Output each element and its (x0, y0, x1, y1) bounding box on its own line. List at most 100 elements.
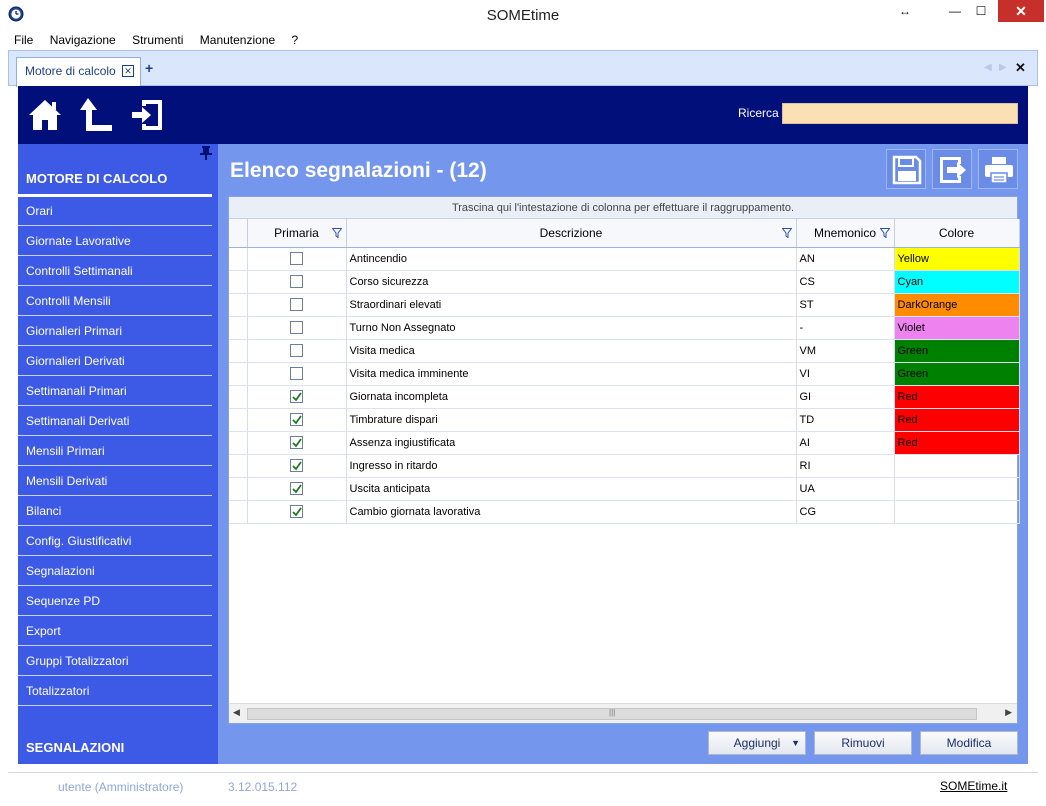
colore-cell[interactable]: Red (894, 408, 1020, 432)
table-row[interactable]: Ingresso in ritardo RI (229, 454, 1020, 478)
sidebar-item-bilanci[interactable]: Bilanci (18, 496, 212, 526)
table-row[interactable]: Uscita anticipata UA (229, 477, 1020, 501)
horizontal-scrollbar[interactable]: ◀ ||| ▶ (229, 703, 1017, 723)
menu-navigazione[interactable]: Navigazione (50, 30, 116, 50)
tab-scroll-right-icon[interactable]: ▶ (999, 62, 1007, 73)
descrizione-cell[interactable]: Corso sicurezza (346, 270, 797, 294)
pin-icon[interactable] (200, 146, 212, 160)
filter-icon[interactable] (781, 228, 792, 238)
table-row[interactable]: Visita medica VM Green (229, 339, 1020, 363)
filter-icon[interactable] (879, 228, 890, 238)
primaria-checkbox[interactable] (290, 505, 303, 518)
sidebar-item-gruppi-totalizzatori[interactable]: Gruppi Totalizzatori (18, 646, 212, 676)
descrizione-cell[interactable]: Timbrature dispari (346, 408, 797, 432)
sidebar-item-settimanali-derivati[interactable]: Settimanali Derivati (18, 406, 212, 436)
colore-cell[interactable]: Cyan (894, 270, 1020, 294)
sidebar-item-giornalieri-derivati[interactable]: Giornalieri Derivati (18, 346, 212, 376)
primaria-checkbox[interactable] (290, 390, 303, 403)
maximize-button[interactable]: ☐ (966, 0, 996, 22)
table-row[interactable]: Straordinari elevati ST DarkOrange (229, 293, 1020, 317)
column-header-primaria[interactable]: Primaria (247, 219, 347, 248)
table-row[interactable]: Cambio giornata lavorativa CG (229, 500, 1020, 524)
primaria-checkbox[interactable] (290, 413, 303, 426)
table-row[interactable]: Turno Non Assegnato - Violet (229, 316, 1020, 340)
primaria-checkbox[interactable] (290, 436, 303, 449)
save-button[interactable] (886, 149, 926, 189)
descrizione-cell[interactable]: Cambio giornata lavorativa (346, 500, 797, 524)
row-indicator[interactable] (229, 270, 248, 294)
primaria-checkbox[interactable] (290, 321, 303, 334)
sidebar-item-giornalieri-primari[interactable]: Giornalieri Primari (18, 316, 212, 346)
primaria-checkbox[interactable] (290, 344, 303, 357)
sidebar-item-giornate-lavorative[interactable]: Giornate Lavorative (18, 226, 212, 256)
row-indicator[interactable] (229, 500, 248, 524)
sidebar-item-mensili-derivati[interactable]: Mensili Derivati (18, 466, 212, 496)
row-indicator[interactable] (229, 247, 248, 271)
mnemonico-cell[interactable]: AI (796, 431, 895, 455)
sidebar-item-orari[interactable]: Orari (18, 196, 212, 226)
mnemonico-cell[interactable]: TD (796, 408, 895, 432)
row-indicator[interactable] (229, 454, 248, 478)
mnemonico-cell[interactable]: UA (796, 477, 895, 501)
table-row[interactable]: Assenza ingiustificata AI Red (229, 431, 1020, 455)
sidebar-item-settimanali-primari[interactable]: Settimanali Primari (18, 376, 212, 406)
logout-icon[interactable] (128, 96, 166, 134)
close-button[interactable]: ✕ (998, 0, 1044, 22)
primaria-checkbox[interactable] (290, 459, 303, 472)
add-tab-button[interactable]: + (145, 60, 153, 76)
column-header-descrizione[interactable]: Descrizione (346, 219, 797, 248)
colore-cell[interactable]: Green (894, 339, 1020, 363)
row-indicator[interactable] (229, 362, 248, 386)
mnemonico-cell[interactable]: GI (796, 385, 895, 409)
menu-strumenti[interactable]: Strumenti (132, 30, 183, 50)
sidebar-item-controlli-settimanali[interactable]: Controlli Settimanali (18, 256, 212, 286)
print-button[interactable] (978, 149, 1018, 189)
scroll-right-arrow-icon[interactable]: ▶ (1005, 707, 1012, 718)
primaria-checkbox[interactable] (290, 298, 303, 311)
sidebar-item-sequenze-pd[interactable]: Sequenze PD (18, 586, 212, 616)
descrizione-cell[interactable]: Turno Non Assegnato (346, 316, 797, 340)
dropdown-arrow-icon[interactable]: ▼ (791, 732, 800, 754)
tab-close-icon[interactable]: ✕ (122, 65, 134, 77)
mnemonico-cell[interactable]: VI (796, 362, 895, 386)
row-indicator[interactable] (229, 293, 248, 317)
tab-motore-di-calcolo[interactable]: Motore di calcolo ✕ (16, 57, 141, 87)
add-button[interactable]: Aggiungi ▼ (708, 731, 806, 755)
table-row[interactable]: Timbrature dispari TD Red (229, 408, 1020, 432)
colore-cell[interactable]: Green (894, 362, 1020, 386)
scroll-left-arrow-icon[interactable]: ◀ (233, 707, 240, 718)
table-row[interactable]: Giornata incompleta GI Red (229, 385, 1020, 409)
menu-manutenzione[interactable]: Manutenzione (200, 30, 275, 50)
mnemonico-cell[interactable]: ST (796, 293, 895, 317)
colore-cell[interactable] (894, 500, 1020, 524)
level-up-icon[interactable] (78, 96, 116, 134)
primaria-checkbox[interactable] (290, 252, 303, 265)
sidebar-item-totalizzatori[interactable]: Totalizzatori (18, 676, 212, 706)
sidebar-item-segnalazioni[interactable]: Segnalazioni (18, 556, 212, 586)
primaria-checkbox[interactable] (290, 275, 303, 288)
descrizione-cell[interactable]: Visita medica (346, 339, 797, 363)
resize-icon[interactable]: ↔ (890, 0, 920, 22)
column-header-colore[interactable]: Colore (894, 219, 1020, 248)
group-by-panel[interactable]: Trascina qui l'intestazione di colonna p… (229, 197, 1017, 219)
descrizione-cell[interactable]: Giornata incompleta (346, 385, 797, 409)
sidebar-item-controlli-mensili[interactable]: Controlli Mensili (18, 286, 212, 316)
website-link[interactable]: SOMEtime.it (940, 779, 1007, 793)
mnemonico-cell[interactable]: AN (796, 247, 895, 271)
sidebar-item-mensili-primari[interactable]: Mensili Primari (18, 436, 212, 466)
table-row[interactable]: Antincendio AN Yellow (229, 247, 1020, 271)
row-indicator[interactable] (229, 408, 248, 432)
primaria-checkbox[interactable] (290, 367, 303, 380)
menu-help[interactable]: ? (292, 30, 299, 50)
colore-cell[interactable]: Yellow (894, 247, 1020, 271)
descrizione-cell[interactable]: Uscita anticipata (346, 477, 797, 501)
colore-cell[interactable]: Violet (894, 316, 1020, 340)
close-all-tabs-icon[interactable]: ✕ (1015, 60, 1026, 76)
colore-cell[interactable]: DarkOrange (894, 293, 1020, 317)
mnemonico-cell[interactable]: CG (796, 500, 895, 524)
row-indicator[interactable] (229, 431, 248, 455)
colore-cell[interactable]: Red (894, 385, 1020, 409)
mnemonico-cell[interactable]: - (796, 316, 895, 340)
sidebar-item-export[interactable]: Export (18, 616, 212, 646)
mnemonico-cell[interactable]: VM (796, 339, 895, 363)
